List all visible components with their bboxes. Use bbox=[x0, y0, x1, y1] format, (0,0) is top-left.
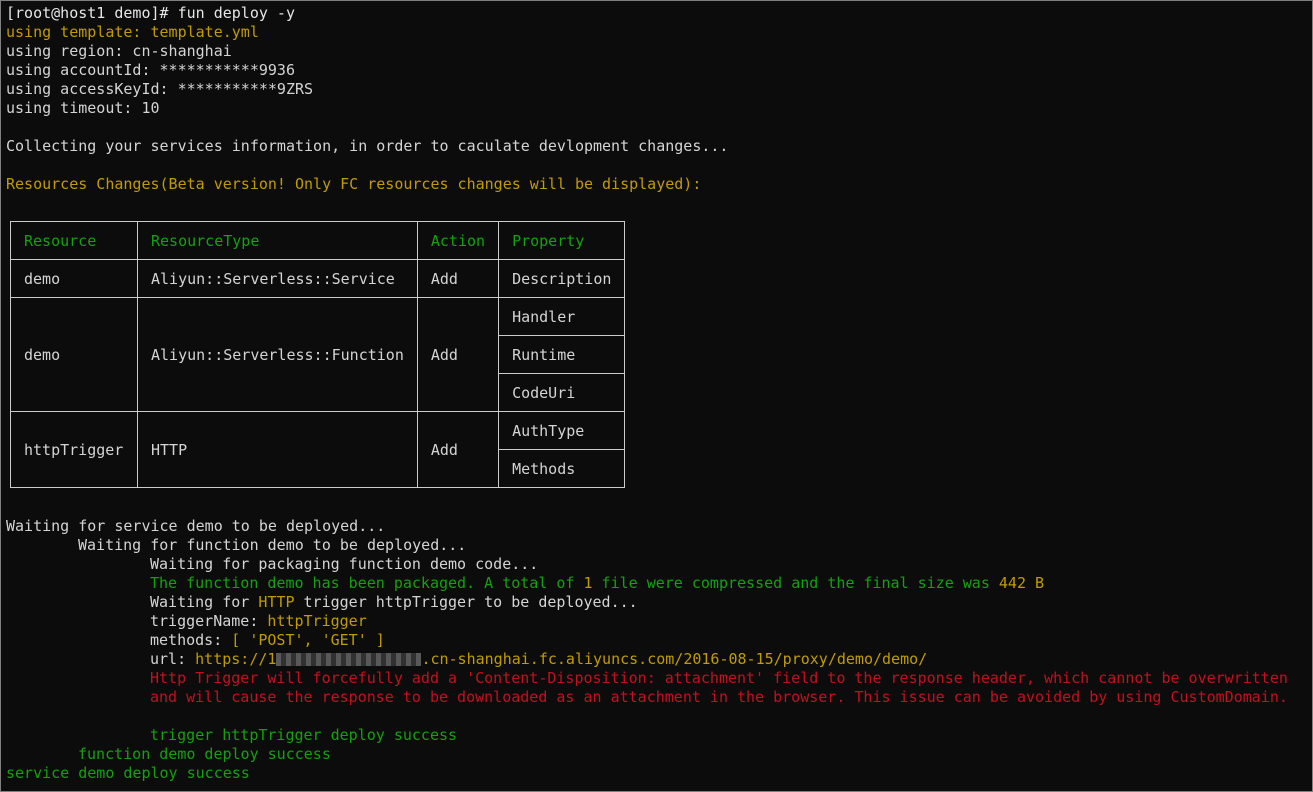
cell-resource-type: HTTP bbox=[137, 411, 418, 488]
cell-action: Add bbox=[416, 259, 500, 298]
terminal-window[interactable]: [root@host1 demo]# fun deploy -y using t… bbox=[0, 0, 1313, 792]
packaged-text-pre: The function demo has been packaged. A t… bbox=[150, 574, 584, 592]
packaged-message: The function demo has been packaged. A t… bbox=[150, 574, 1044, 593]
trigger-name-label: triggerName: bbox=[150, 612, 268, 630]
cell-property: AuthType bbox=[498, 411, 626, 450]
header-property: Property bbox=[498, 221, 626, 260]
shell-prompt: [root@host1 demo]# bbox=[6, 4, 178, 22]
service-success: service demo deploy success bbox=[6, 764, 250, 782]
config-region: using region: cn-shanghai bbox=[6, 42, 232, 60]
warning-line-2: and will cause the response to be downlo… bbox=[150, 688, 1288, 706]
trigger-name-value: httpTrigger bbox=[267, 612, 367, 630]
cell-property: Runtime bbox=[498, 335, 626, 374]
cell-property: CodeUri bbox=[498, 373, 626, 412]
url-suffix: .cn-shanghai.fc.aliyuncs.com/2016-08-15/… bbox=[421, 650, 928, 668]
resources-changes-heading: Resources Changes(Beta version! Only FC … bbox=[6, 175, 702, 193]
wait-trigger-post: trigger httpTrigger to be deployed... bbox=[294, 593, 638, 611]
cell-resource-type: Aliyun::Serverless::Function bbox=[137, 297, 418, 412]
methods-value: [ 'POST', 'GET' ] bbox=[231, 631, 385, 649]
table-header-row: Resource ResourceType Action Property bbox=[10, 221, 626, 260]
packaged-count: 1 bbox=[583, 574, 593, 592]
command-text: fun deploy -y bbox=[177, 4, 295, 22]
wait-packaging: Waiting for packaging function demo code… bbox=[150, 555, 539, 573]
packaged-text-mid: file were compressed and the final size … bbox=[592, 574, 999, 592]
packaged-size: 442 B bbox=[998, 574, 1045, 592]
url-link[interactable]: https://1 .cn-shanghai.fc.aliyuncs.com/20… bbox=[195, 650, 927, 668]
wait-trigger-http: HTTP bbox=[258, 593, 295, 611]
cell-property: Description bbox=[498, 259, 626, 298]
wait-service: Waiting for service demo to be deployed.… bbox=[6, 517, 386, 535]
config-template: using template: template.yml bbox=[6, 23, 259, 41]
resources-table: Resource ResourceType Action Property de… bbox=[10, 221, 626, 488]
config-access-key-id: using accessKeyId: ***********9ZRS bbox=[6, 80, 314, 98]
cell-resource: demo bbox=[10, 259, 138, 298]
header-resource: Resource bbox=[10, 221, 138, 260]
trigger-success: trigger httpTrigger deploy success bbox=[150, 726, 458, 744]
header-resource-type: ResourceType bbox=[137, 221, 418, 260]
cell-property: Handler bbox=[498, 297, 626, 336]
cell-action: Add bbox=[416, 411, 500, 488]
table-row: httpTrigger HTTP Add AuthType bbox=[10, 411, 626, 488]
table-row: demo Aliyun::Serverless::Service Add Des… bbox=[10, 259, 626, 298]
url-line: url: https://1 .cn-shanghai.fc.aliyuncs.c… bbox=[150, 650, 927, 669]
wait-trigger: Waiting for HTTP trigger httpTrigger to … bbox=[150, 593, 638, 612]
cell-resource-type: Aliyun::Serverless::Service bbox=[137, 259, 418, 298]
header-action: Action bbox=[416, 221, 500, 260]
url-label: url: bbox=[150, 650, 196, 668]
warning-line-1: Http Trigger will forcefully add a 'Cont… bbox=[150, 669, 1288, 687]
config-account-id: using accountId: ***********9936 bbox=[6, 61, 295, 79]
methods-line: methods: [ 'POST', 'GET' ] bbox=[150, 631, 385, 650]
cell-resource: httpTrigger bbox=[10, 411, 138, 488]
cell-action: Add bbox=[416, 297, 500, 412]
redacted-account-blur bbox=[276, 653, 422, 666]
config-timeout: using timeout: 10 bbox=[6, 99, 160, 117]
cell-resource: demo bbox=[10, 297, 138, 412]
wait-function: Waiting for function demo to be deployed… bbox=[78, 536, 467, 554]
table-row: demo Aliyun::Serverless::Function Add Ha… bbox=[10, 297, 626, 412]
function-success: function demo deploy success bbox=[78, 745, 331, 763]
url-prefix: https://1 bbox=[195, 650, 277, 668]
wait-trigger-pre: Waiting for bbox=[150, 593, 259, 611]
cell-property: Methods bbox=[498, 449, 626, 488]
methods-label: methods: bbox=[150, 631, 232, 649]
command-line: [root@host1 demo]# fun deploy -y bbox=[6, 4, 295, 23]
collecting-message: Collecting your services information, in… bbox=[6, 137, 729, 155]
trigger-name-line: triggerName: httpTrigger bbox=[150, 612, 367, 631]
